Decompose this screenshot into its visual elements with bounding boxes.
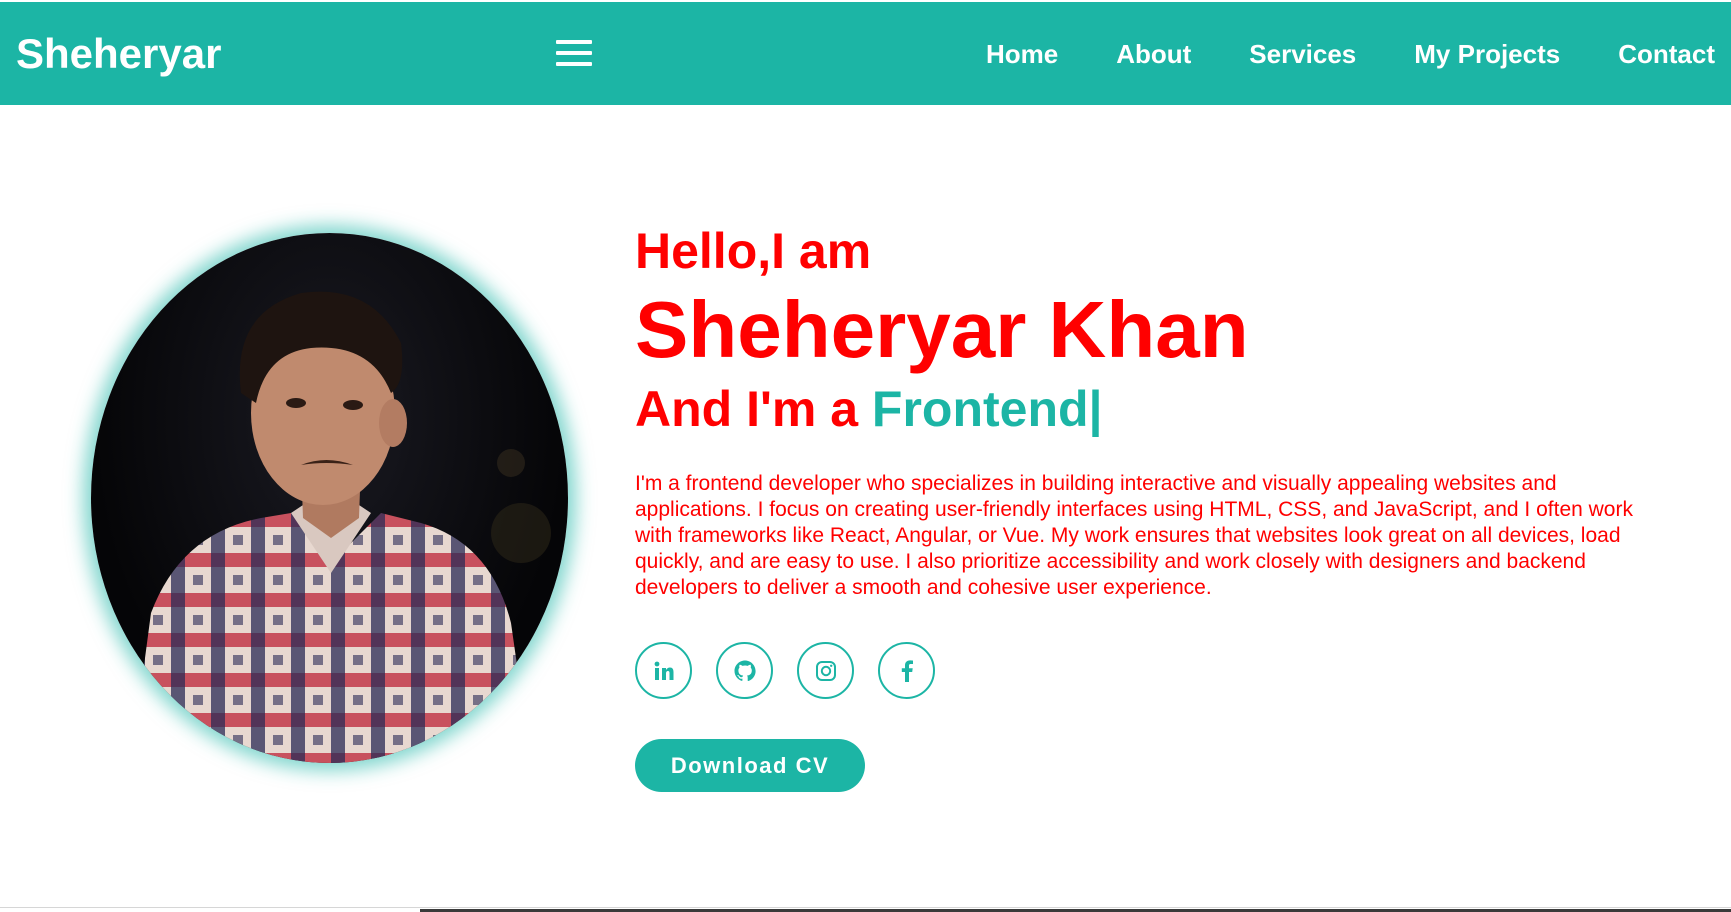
nav-link-contact[interactable]: Contact xyxy=(1618,38,1715,70)
download-cv-button[interactable]: Download CV xyxy=(635,739,865,792)
social-links xyxy=(635,642,935,699)
navbar: Sheheryar Home About Services My Project… xyxy=(0,2,1731,105)
nav-link-about[interactable]: About xyxy=(1116,38,1191,70)
greeting-heading: Hello,I am xyxy=(635,223,872,279)
github-link[interactable] xyxy=(716,642,773,699)
facebook-link[interactable] xyxy=(878,642,935,699)
instagram-link[interactable] xyxy=(797,642,854,699)
github-icon xyxy=(734,660,756,681)
hamburger-menu-icon[interactable] xyxy=(556,40,592,66)
name-heading: Sheheryar Khan xyxy=(635,285,1249,374)
hero-section: Hello,I am Sheheryar Khan And I'm a Fron… xyxy=(635,220,1635,440)
brand-logo[interactable]: Sheheryar xyxy=(16,29,221,79)
role-prefix: And I'm a xyxy=(635,381,872,437)
role-heading: And I'm a Frontend| xyxy=(635,378,1635,440)
bio-paragraph: I'm a frontend developer who specializes… xyxy=(635,472,1633,599)
nav-link-home[interactable]: Home xyxy=(986,38,1058,70)
facebook-icon xyxy=(901,659,913,682)
profile-photo xyxy=(91,233,568,763)
nav-links: Home About Services My Projects Contact xyxy=(986,38,1715,70)
nav-link-services[interactable]: Services xyxy=(1249,38,1356,70)
linkedin-icon xyxy=(654,661,673,680)
role-typed-text: Frontend| xyxy=(871,381,1103,437)
nav-link-my-projects[interactable]: My Projects xyxy=(1414,38,1560,70)
linkedin-link[interactable] xyxy=(635,642,692,699)
page-divider xyxy=(0,907,1731,908)
instagram-icon xyxy=(815,660,836,681)
